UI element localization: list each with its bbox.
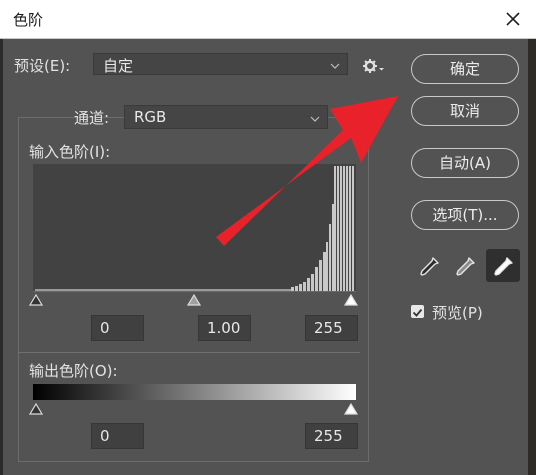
preset-value: 自定 bbox=[103, 57, 134, 75]
ok-button[interactable]: 确定 bbox=[411, 54, 519, 84]
input-shadow-field[interactable]: 0 bbox=[91, 315, 144, 341]
preview-checkbox[interactable] bbox=[411, 305, 424, 318]
checkmark-icon bbox=[412, 308, 423, 317]
black-point-eyedropper-icon[interactable] bbox=[414, 252, 444, 282]
close-icon[interactable] bbox=[500, 6, 526, 32]
input-midtone-field[interactable]: 1.00 bbox=[198, 315, 251, 341]
output-levels-label: 输出色阶(O): bbox=[29, 362, 118, 380]
input-shadow-slider[interactable] bbox=[29, 294, 43, 306]
channel-value: RGB bbox=[134, 108, 167, 126]
section-divider bbox=[18, 352, 360, 353]
histogram-bars bbox=[35, 166, 354, 291]
preset-dropdown[interactable]: 自定 bbox=[93, 53, 348, 75]
chevron-down-icon bbox=[330, 63, 340, 69]
input-highlight-field[interactable]: 255 bbox=[305, 315, 358, 341]
preview-label: 预览(P) bbox=[432, 304, 483, 322]
output-shadow-slider[interactable] bbox=[29, 403, 43, 415]
histogram-baseline bbox=[33, 291, 356, 292]
dialog-title: 色阶 bbox=[13, 11, 44, 29]
white-point-eyedropper-icon[interactable] bbox=[488, 252, 518, 282]
input-midtone-slider[interactable] bbox=[187, 294, 201, 306]
window-edge-left bbox=[0, 39, 3, 475]
cancel-button[interactable]: 取消 bbox=[411, 96, 519, 126]
channel-dropdown[interactable]: RGB bbox=[124, 105, 328, 129]
output-shadow-field[interactable]: 0 bbox=[91, 423, 144, 449]
channel-label: 通道: bbox=[74, 109, 110, 127]
output-gradient-bar bbox=[33, 384, 356, 400]
input-levels-label: 输入色阶(I): bbox=[29, 143, 111, 161]
chevron-down-icon bbox=[310, 116, 320, 122]
gear-icon[interactable] bbox=[362, 57, 386, 75]
auto-button[interactable]: 自动(A) bbox=[411, 148, 519, 178]
output-highlight-field[interactable]: 255 bbox=[305, 423, 358, 449]
histogram bbox=[33, 164, 356, 291]
input-highlight-slider[interactable] bbox=[344, 294, 358, 306]
output-highlight-slider[interactable] bbox=[344, 403, 358, 415]
dialog-title-bar: 色阶 bbox=[0, 0, 536, 39]
options-button[interactable]: 选项(T)... bbox=[411, 200, 519, 230]
window-edge-right bbox=[528, 39, 536, 475]
gray-point-eyedropper-icon[interactable] bbox=[450, 252, 480, 282]
preset-label: 预设(E): bbox=[14, 57, 71, 75]
